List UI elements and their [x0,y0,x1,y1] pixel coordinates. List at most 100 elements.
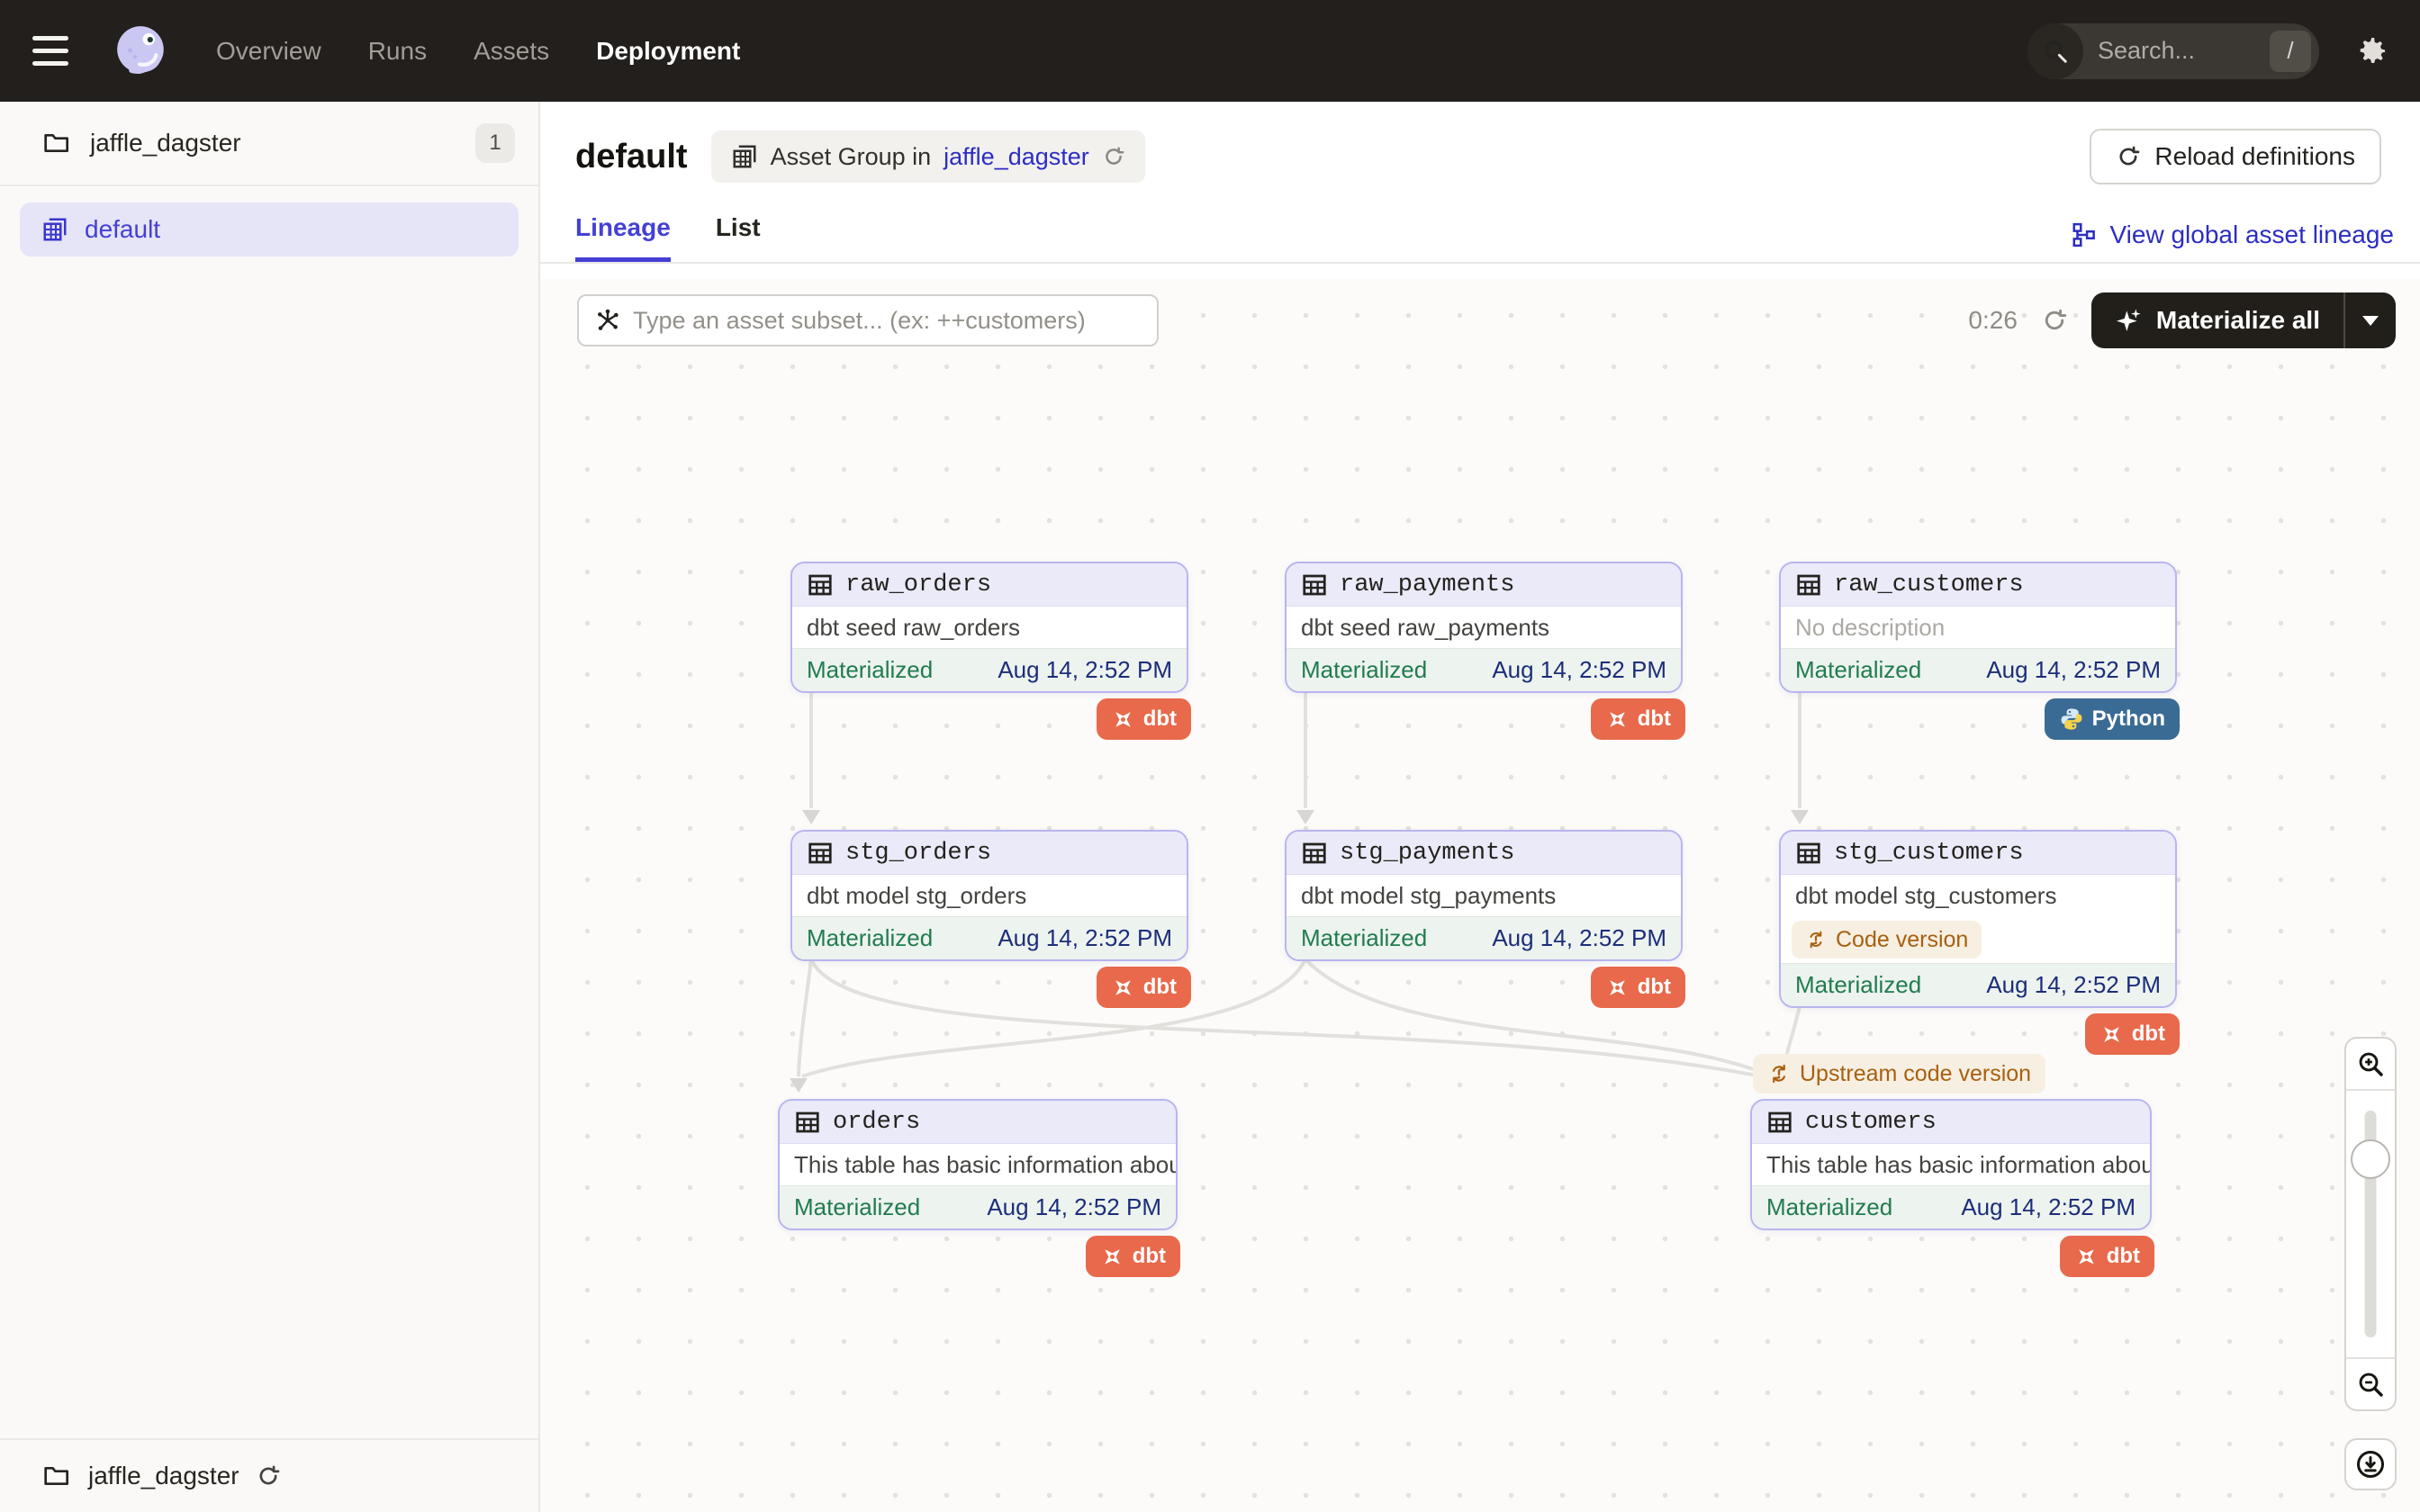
upstream-code-version-pill: Upstream code version [1753,1054,2045,1094]
asset-name: customers [1805,1109,1937,1136]
materialize-all-label: Materialize all [2156,306,2320,335]
edge-arrowhead [1296,810,1314,824]
asset-node-stg_payments[interactable]: stg_payments dbt model stg_payments Mate… [1285,830,1683,961]
asset-timestamp: Aug 14, 2:52 PM [987,1193,1161,1221]
main-nav-links: Overview Runs Assets Deployment [216,37,740,66]
caret-down-icon [2362,316,2379,326]
asset-node-stg_orders[interactable]: stg_orders dbt model stg_orders Material… [790,830,1188,961]
asset-status-row: Materialized Aug 14, 2:52 PM [1752,1185,2150,1228]
asset-description: This table has basic information about .… [780,1144,1176,1185]
refresh-icon[interactable] [1102,145,1125,168]
table-icon [794,1109,821,1136]
sidebar-project-count: 1 [475,123,515,163]
dbt-logo-icon [2074,1245,2099,1269]
reload-definitions-label: Reload definitions [2154,142,2355,171]
edge-stg_payments-to-orders [802,959,1305,1076]
python-kind-tag: Python [2045,698,2180,740]
folder-icon [43,130,72,156]
asset-status: Materialized [1766,1193,1892,1221]
asset-description: dbt model stg_customers [1781,875,2175,916]
gear-icon[interactable] [2353,33,2389,69]
materialize-options-caret[interactable] [2345,292,2396,348]
run-controls: 0:26 Materialize all [1968,292,2396,348]
asset-group-repo-link[interactable]: jaffle_dagster [944,143,1089,171]
folder-icon [43,1463,72,1489]
asset-subset-filter[interactable] [577,294,1159,346]
zoom-in-button[interactable] [2346,1039,2395,1091]
tab-list[interactable]: List [716,213,761,262]
search-shortcut-badge: / [2270,31,2311,72]
zoom-controls [2344,1037,2397,1411]
nav-overview[interactable]: Overview [216,37,321,66]
asset-name: raw_payments [1340,572,1514,598]
view-global-asset-lineage-link[interactable]: View global asset lineage [2071,220,2394,262]
asset-timestamp: Aug 14, 2:52 PM [1492,656,1666,684]
asset-name: stg_customers [1834,840,2024,867]
page-header: default Asset Group in jaffle_dagster Re… [540,102,2420,184]
asset-node-raw_customers[interactable]: raw_customers No description Materialize… [1779,562,2177,693]
asset-node-orders[interactable]: orders This table has basic information … [778,1099,1178,1230]
asset-node-customers[interactable]: customers This table has basic informati… [1750,1099,2152,1230]
asset-description: dbt model stg_orders [792,875,1187,916]
materialize-all-button[interactable]: Materialize all [2091,292,2396,348]
asset-node-raw_payments[interactable]: raw_payments dbt seed raw_payments Mater… [1285,562,1683,693]
nav-assets[interactable]: Assets [474,37,549,66]
sidebar-project-row[interactable]: jaffle_dagster 1 [0,102,538,186]
asset-node-header: orders [780,1101,1176,1144]
asset-description: dbt model stg_payments [1287,875,1681,916]
refresh-icon[interactable] [2041,307,2068,334]
asset-name: raw_customers [1834,572,2024,598]
sidebar-item-label: default [85,215,160,244]
global-search[interactable]: / [2027,23,2319,79]
table-icon [1301,840,1328,867]
dbt-kind-tag: dbt [1097,698,1191,740]
asset-status-row: Materialized Aug 14, 2:52 PM [1287,916,1681,959]
asset-group-badge: Asset Group in jaffle_dagster [711,130,1145,183]
nav-deployment[interactable]: Deployment [596,37,740,66]
table-icon [1766,1109,1793,1136]
asset-timestamp: Aug 14, 2:52 PM [998,924,1172,952]
asset-node-header: stg_customers [1781,832,2175,875]
refresh-icon[interactable] [256,1463,281,1489]
asset-node-header: stg_payments [1287,832,1681,875]
asset-description: No description [1781,607,2175,648]
reload-icon [2116,144,2141,169]
asset-status: Materialized [807,656,933,684]
tab-lineage[interactable]: Lineage [575,213,671,262]
hamburger-menu-icon[interactable] [23,20,86,83]
dbt-kind-tag: dbt [2060,1236,2154,1277]
asset-status-row: Materialized Aug 14, 2:52 PM [1781,648,2175,691]
asset-node-header: raw_orders [792,563,1187,607]
asset-timestamp: Aug 14, 2:52 PM [1961,1193,2136,1221]
search-input[interactable] [2083,37,2270,65]
asset-status-row: Materialized Aug 14, 2:52 PM [1287,648,1681,691]
reload-definitions-button[interactable]: Reload definitions [2090,129,2381,184]
download-icon [2354,1448,2387,1480]
top-nav: Overview Runs Assets Deployment / [0,0,2420,102]
dbt-kind-tag: dbt [1591,967,1685,1008]
code-version-icon [1805,929,1827,950]
dbt-kind-tag: dbt [1591,698,1685,740]
nav-runs[interactable]: Runs [368,37,427,66]
asset-subset-input[interactable] [633,307,1142,335]
asset-node-raw_orders[interactable]: raw_orders dbt seed raw_orders Materiali… [790,562,1188,693]
table-icon [1301,572,1328,598]
upstream-code-version-label: Upstream code version [1800,1061,2031,1087]
download-image-button[interactable] [2344,1438,2397,1490]
dagster-logo[interactable] [112,22,171,81]
subset-filter-icon [593,306,622,335]
asset-status: Materialized [794,1193,920,1221]
asset-node-header: stg_orders [792,832,1187,875]
lineage-icon [2071,221,2098,248]
asset-node-stg_customers[interactable]: stg_customers dbt model stg_customers Co… [1779,830,2177,1008]
asset-timestamp: Aug 14, 2:52 PM [998,656,1172,684]
asset-timestamp: Aug 14, 2:52 PM [1492,924,1666,952]
sidebar-item-default[interactable]: default [20,202,519,256]
zoom-slider[interactable] [2346,1091,2395,1357]
asset-description: dbt seed raw_orders [792,607,1187,648]
asset-status-row: Materialized Aug 14, 2:52 PM [1781,963,2175,1006]
asset-node-header: customers [1752,1101,2150,1144]
zoom-out-button[interactable] [2346,1357,2395,1409]
zoom-slider-handle[interactable] [2351,1139,2390,1179]
lineage-canvas[interactable]: 0:26 Materialize all raw_orders dbt seed [540,279,2420,1512]
